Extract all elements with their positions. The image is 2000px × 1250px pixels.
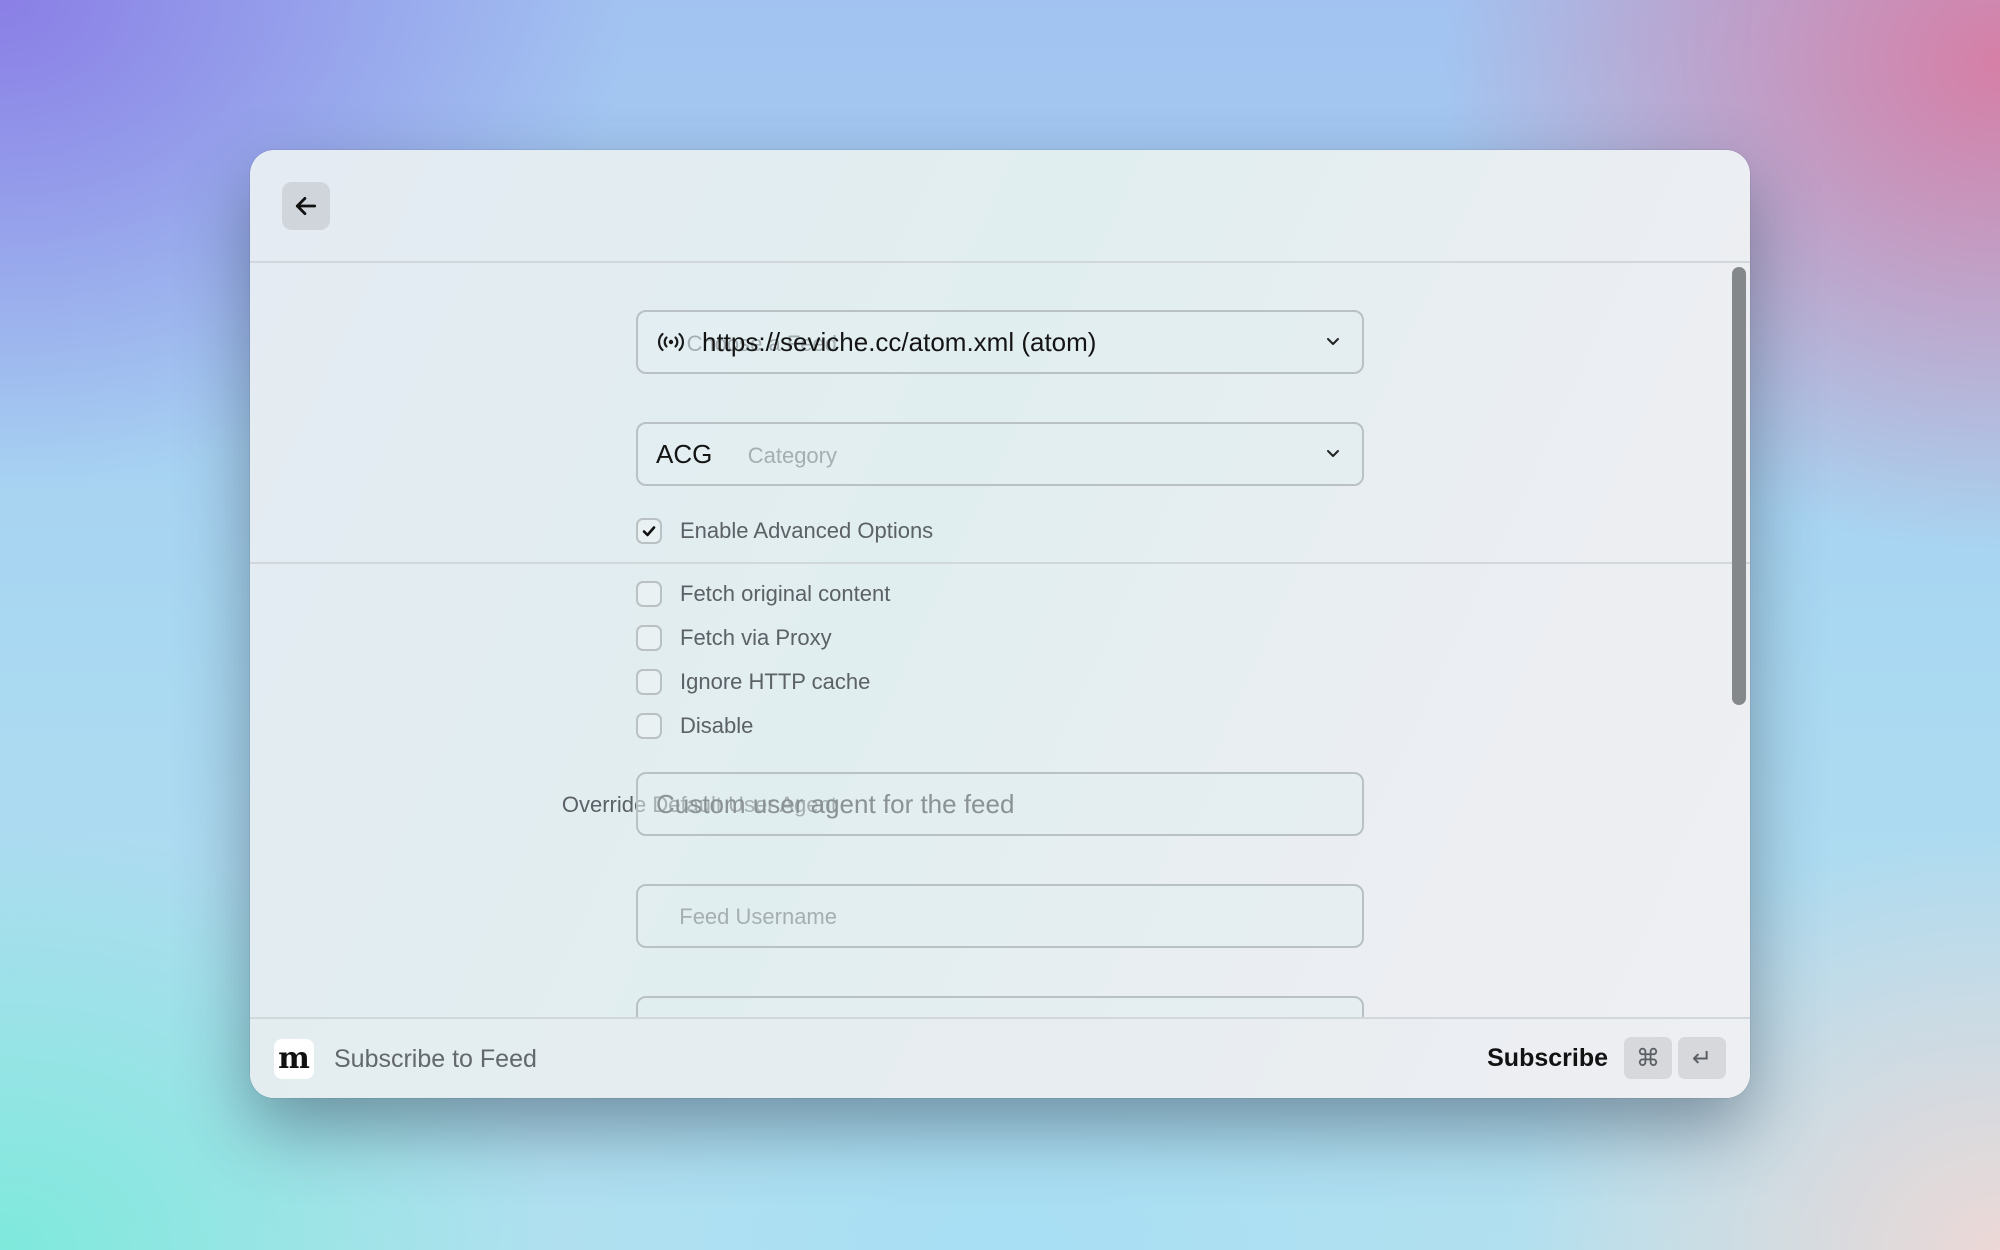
category-select-value: ACG [656, 438, 713, 469]
option-label: Fetch original content [680, 581, 891, 606]
option-ignore-http-cache[interactable]: Ignore HTTP cache [636, 667, 870, 697]
checkmark-icon [642, 526, 656, 537]
rss-broadcast-icon [658, 332, 684, 352]
chevron-down-icon [1327, 338, 1339, 345]
enable-advanced-label: Enable Advanced Options [680, 518, 934, 543]
user-agent-input[interactable] [656, 788, 1344, 820]
feed-select[interactable]: https://seviche.cc/atom.xml (atom) [636, 310, 1364, 374]
dialog-footer: m Subscribe to Feed Subscribe ⌘ ↵ [250, 1017, 1750, 1098]
option-fetch-original-content[interactable]: Fetch original content [636, 579, 890, 609]
option-fetch-via-proxy[interactable]: Fetch via Proxy [636, 623, 832, 653]
advanced-divider [250, 562, 1750, 564]
option-label: Disable [680, 713, 754, 738]
enable-advanced-checkbox[interactable]: Enable Advanced Options [636, 516, 933, 546]
arrow-left-icon [295, 197, 317, 215]
category-select[interactable]: ACG [636, 422, 1364, 486]
command-key-icon: ⌘ [1624, 1037, 1672, 1079]
enter-key-icon: ↵ [1678, 1037, 1726, 1079]
form-body: Choose a Feed https://seviche.cc/atom.xm… [250, 150, 1750, 1017]
checkbox-checked[interactable] [636, 518, 662, 544]
checkbox-unchecked[interactable] [636, 581, 662, 607]
subscribe-button[interactable]: Subscribe [1487, 1041, 1608, 1075]
checkbox-unchecked[interactable] [636, 713, 662, 739]
feed-select-value: https://seviche.cc/atom.xml (atom) [702, 326, 1097, 357]
user-agent-field[interactable] [636, 772, 1364, 836]
scrollbar-thumb[interactable] [1732, 267, 1746, 705]
back-button[interactable] [282, 182, 330, 230]
option-label: Ignore HTTP cache [680, 669, 871, 694]
app-logo: m [274, 1039, 314, 1079]
footer-title: Subscribe to Feed [334, 1045, 537, 1073]
password-field-partial[interactable] [636, 996, 1364, 1017]
checkbox-unchecked[interactable] [636, 669, 662, 695]
checkbox-unchecked[interactable] [636, 625, 662, 651]
header-divider [250, 261, 1750, 263]
subscribe-dialog: Choose a Feed Choose a Feed https://sevi… [250, 150, 1750, 1098]
option-label: Fetch via Proxy [680, 625, 832, 650]
chevron-down-icon [1327, 450, 1339, 457]
scrollbar[interactable] [1730, 261, 1746, 1017]
username-input[interactable] [656, 900, 1344, 932]
option-disable[interactable]: Disable [636, 711, 753, 741]
username-field[interactable] [636, 884, 1364, 948]
